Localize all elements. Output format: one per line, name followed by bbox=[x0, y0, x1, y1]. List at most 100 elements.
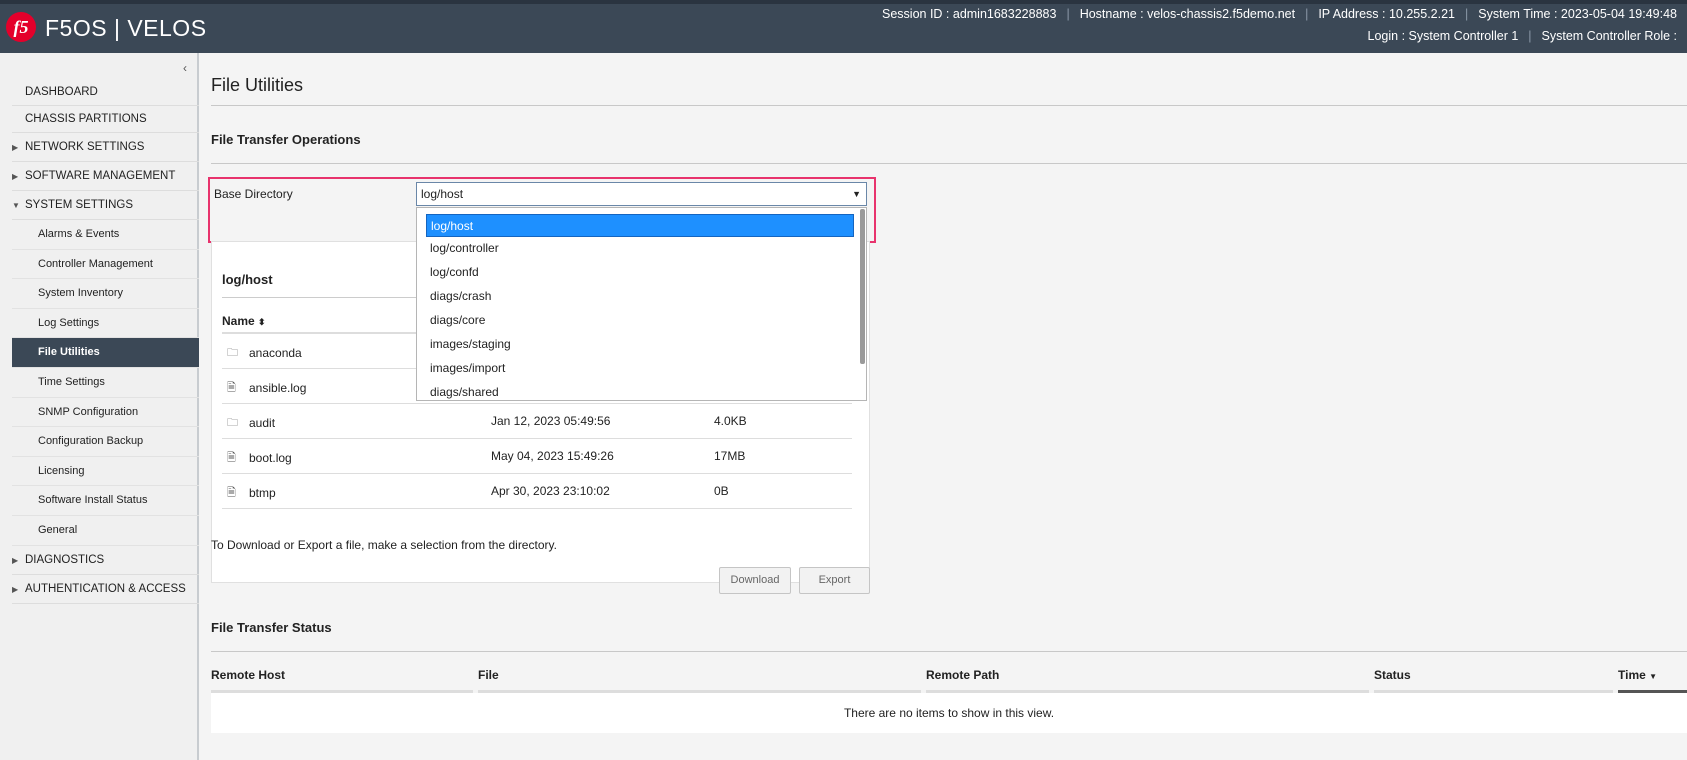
sidebar-item-label: AUTHENTICATION & ACCESS bbox=[25, 582, 186, 595]
sidebar-subitem-software-install-status[interactable]: Software Install Status bbox=[12, 486, 199, 516]
column-header-time[interactable]: Time ▼ bbox=[1618, 668, 1657, 682]
top-header: f5 F5OS | VELOS Session ID : admin168322… bbox=[0, 0, 1687, 53]
hostname: Hostname : velos-chassis2.f5demo.net bbox=[1079, 7, 1296, 21]
sidebar-item-label: SYSTEM SETTINGS bbox=[25, 199, 133, 211]
sort-desc-icon: ▼ bbox=[1649, 672, 1658, 681]
name-column-label: Name bbox=[222, 314, 255, 328]
file-row[interactable]: 🗎 btmp Apr 30, 2023 23:10:02 0B bbox=[222, 474, 852, 509]
sidebar-item-dashboard[interactable]: DASHBOARD bbox=[12, 79, 199, 106]
caret-right-icon: ▶ bbox=[12, 555, 19, 565]
file-icon: 🗎 bbox=[227, 487, 236, 499]
sidebar-item-label: SOFTWARE MANAGEMENT bbox=[25, 170, 176, 182]
sidebar-item-system-settings[interactable]: ▼ SYSTEM SETTINGS bbox=[12, 191, 199, 220]
export-button[interactable]: Export bbox=[799, 567, 870, 594]
sidebar-subitem-general[interactable]: General bbox=[12, 516, 199, 546]
header-info-line-1: Session ID : admin1683228883 | Hostname : … bbox=[872, 7, 1687, 21]
file-date: Jan 12, 2023 05:49:56 bbox=[491, 414, 611, 428]
file-name: boot.log bbox=[249, 451, 292, 465]
dropdown-option[interactable]: log/host bbox=[426, 214, 854, 237]
directory-title: log/host bbox=[222, 272, 273, 287]
divider bbox=[211, 163, 1687, 164]
file-date: May 04, 2023 15:49:26 bbox=[491, 449, 614, 463]
caret-down-icon: ▼ bbox=[12, 201, 20, 210]
dropdown-option[interactable]: log/confd bbox=[426, 261, 854, 284]
sidebar-subitem-log-settings[interactable]: Log Settings bbox=[12, 309, 199, 339]
column-header-time-label: Time bbox=[1618, 668, 1646, 682]
sort-icon: ⬍ bbox=[258, 317, 266, 327]
download-button[interactable]: Download bbox=[719, 567, 791, 594]
system-time: System Time : 2023-05-04 19:49:48 bbox=[1478, 7, 1677, 21]
dropdown-scrollbar[interactable] bbox=[860, 209, 865, 364]
base-directory-label: Base Directory bbox=[214, 187, 293, 201]
sidebar-subitem-controller-management[interactable]: Controller Management bbox=[12, 250, 199, 280]
file-name: audit bbox=[249, 416, 276, 430]
header-info-line-2: Login : System Controller 1 | System Contr… bbox=[1358, 29, 1687, 43]
base-directory-value: log/host bbox=[421, 187, 464, 201]
sidebar-subitem-alarms-events[interactable]: Alarms & Events bbox=[12, 220, 199, 250]
column-header-remote-path[interactable]: Remote Path bbox=[926, 668, 999, 682]
file-name: anaconda bbox=[249, 346, 302, 360]
file-size: 17MB bbox=[714, 449, 746, 463]
base-directory-dropdown-list: log/host log/controller log/confd diags/… bbox=[416, 207, 867, 401]
ip-address: IP Address : 10.255.2.21 bbox=[1318, 7, 1456, 21]
file-row[interactable]: 🗀 audit Jan 12, 2023 05:49:56 4.0KB bbox=[222, 404, 852, 439]
divider bbox=[211, 651, 1687, 652]
header-topline bbox=[0, 0, 1687, 4]
sidebar-item-authentication-access[interactable]: ▶ AUTHENTICATION & ACCESS bbox=[12, 575, 199, 604]
dropdown-option[interactable]: images/import bbox=[426, 357, 854, 380]
login-info: Login : System Controller 1 bbox=[1367, 29, 1519, 43]
file-row[interactable]: 🗎 boot.log May 04, 2023 15:49:26 17MB bbox=[222, 439, 852, 474]
divider bbox=[211, 105, 1687, 106]
sidebar-subitem-configuration-backup[interactable]: Configuration Backup bbox=[12, 427, 199, 457]
dropdown-option[interactable]: images/staging bbox=[426, 333, 854, 356]
main-content: File Utilities File Transfer Operations … bbox=[199, 53, 1687, 760]
session-id: Session ID : admin1683228883 bbox=[882, 7, 1057, 21]
file-transfer-status-heading: File Transfer Status bbox=[211, 620, 332, 635]
sidebar-item-chassis-partitions[interactable]: CHASSIS PARTITIONS bbox=[12, 106, 199, 133]
column-header-file[interactable]: File bbox=[478, 668, 499, 682]
collapse-sidebar-icon[interactable]: ‹ bbox=[183, 61, 187, 75]
file-size: 4.0KB bbox=[714, 414, 747, 428]
dropdown-option[interactable]: diags/core bbox=[426, 309, 854, 332]
sidebar-subitem-system-inventory[interactable]: System Inventory bbox=[12, 279, 199, 309]
f5-logo: f5 bbox=[6, 12, 36, 42]
sidebar-subitem-time-settings[interactable]: Time Settings bbox=[12, 368, 199, 398]
file-date: Apr 30, 2023 23:10:02 bbox=[491, 484, 610, 498]
sidebar: ‹ DASHBOARD CHASSIS PARTITIONS ▶ NETWORK … bbox=[0, 53, 199, 760]
sidebar-item-software-management[interactable]: ▶ SOFTWARE MANAGEMENT bbox=[12, 162, 199, 191]
dropdown-option[interactable]: diags/crash bbox=[426, 285, 854, 308]
dropdown-arrow-icon: ▼ bbox=[852, 189, 861, 199]
name-column-header[interactable]: Name ⬍ bbox=[222, 314, 266, 328]
file-icon: 🗎 bbox=[227, 382, 236, 394]
file-name: ansible.log bbox=[249, 381, 307, 395]
caret-right-icon: ▶ bbox=[12, 584, 19, 594]
sidebar-subitem-file-utilities[interactable]: File Utilities bbox=[12, 338, 199, 368]
base-directory-select[interactable]: log/host ▼ bbox=[416, 182, 867, 206]
sidebar-subitem-licensing[interactable]: Licensing bbox=[12, 457, 199, 487]
file-icon: 🗎 bbox=[227, 452, 236, 464]
sidebar-item-network-settings[interactable]: ▶ NETWORK SETTINGS bbox=[12, 133, 199, 162]
file-transfer-operations-heading: File Transfer Operations bbox=[211, 132, 361, 147]
file-name: btmp bbox=[249, 486, 276, 500]
download-hint-text: To Download or Export a file, make a sel… bbox=[211, 538, 557, 552]
caret-right-icon: ▶ bbox=[12, 172, 19, 181]
page-title: File Utilities bbox=[211, 75, 304, 95]
file-size: 0B bbox=[714, 484, 729, 498]
controller-role: System Controller Role : bbox=[1541, 29, 1677, 43]
sidebar-subitem-snmp-configuration[interactable]: SNMP Configuration bbox=[12, 398, 199, 428]
sidebar-item-diagnostics[interactable]: ▶ DIAGNOSTICS bbox=[12, 546, 199, 575]
caret-right-icon: ▶ bbox=[12, 143, 19, 152]
app-title: F5OS | VELOS bbox=[45, 15, 207, 41]
dropdown-option[interactable]: log/controller bbox=[426, 237, 854, 260]
column-header-status[interactable]: Status bbox=[1374, 668, 1411, 682]
folder-icon: 🗀 bbox=[227, 417, 238, 429]
column-header-remote-host[interactable]: Remote Host bbox=[211, 668, 285, 682]
sidebar-item-label: NETWORK SETTINGS bbox=[25, 141, 145, 153]
dropdown-option[interactable]: diags/shared bbox=[426, 381, 854, 404]
empty-table-message: There are no items to show in this view. bbox=[211, 693, 1687, 733]
folder-icon: 🗀 bbox=[227, 347, 238, 359]
sidebar-item-label: DASHBOARD bbox=[25, 86, 98, 98]
sidebar-item-label: CHASSIS PARTITIONS bbox=[25, 113, 147, 125]
sidebar-item-label: DIAGNOSTICS bbox=[25, 553, 105, 566]
sidebar-nav: DASHBOARD CHASSIS PARTITIONS ▶ NETWORK SE… bbox=[0, 79, 199, 604]
